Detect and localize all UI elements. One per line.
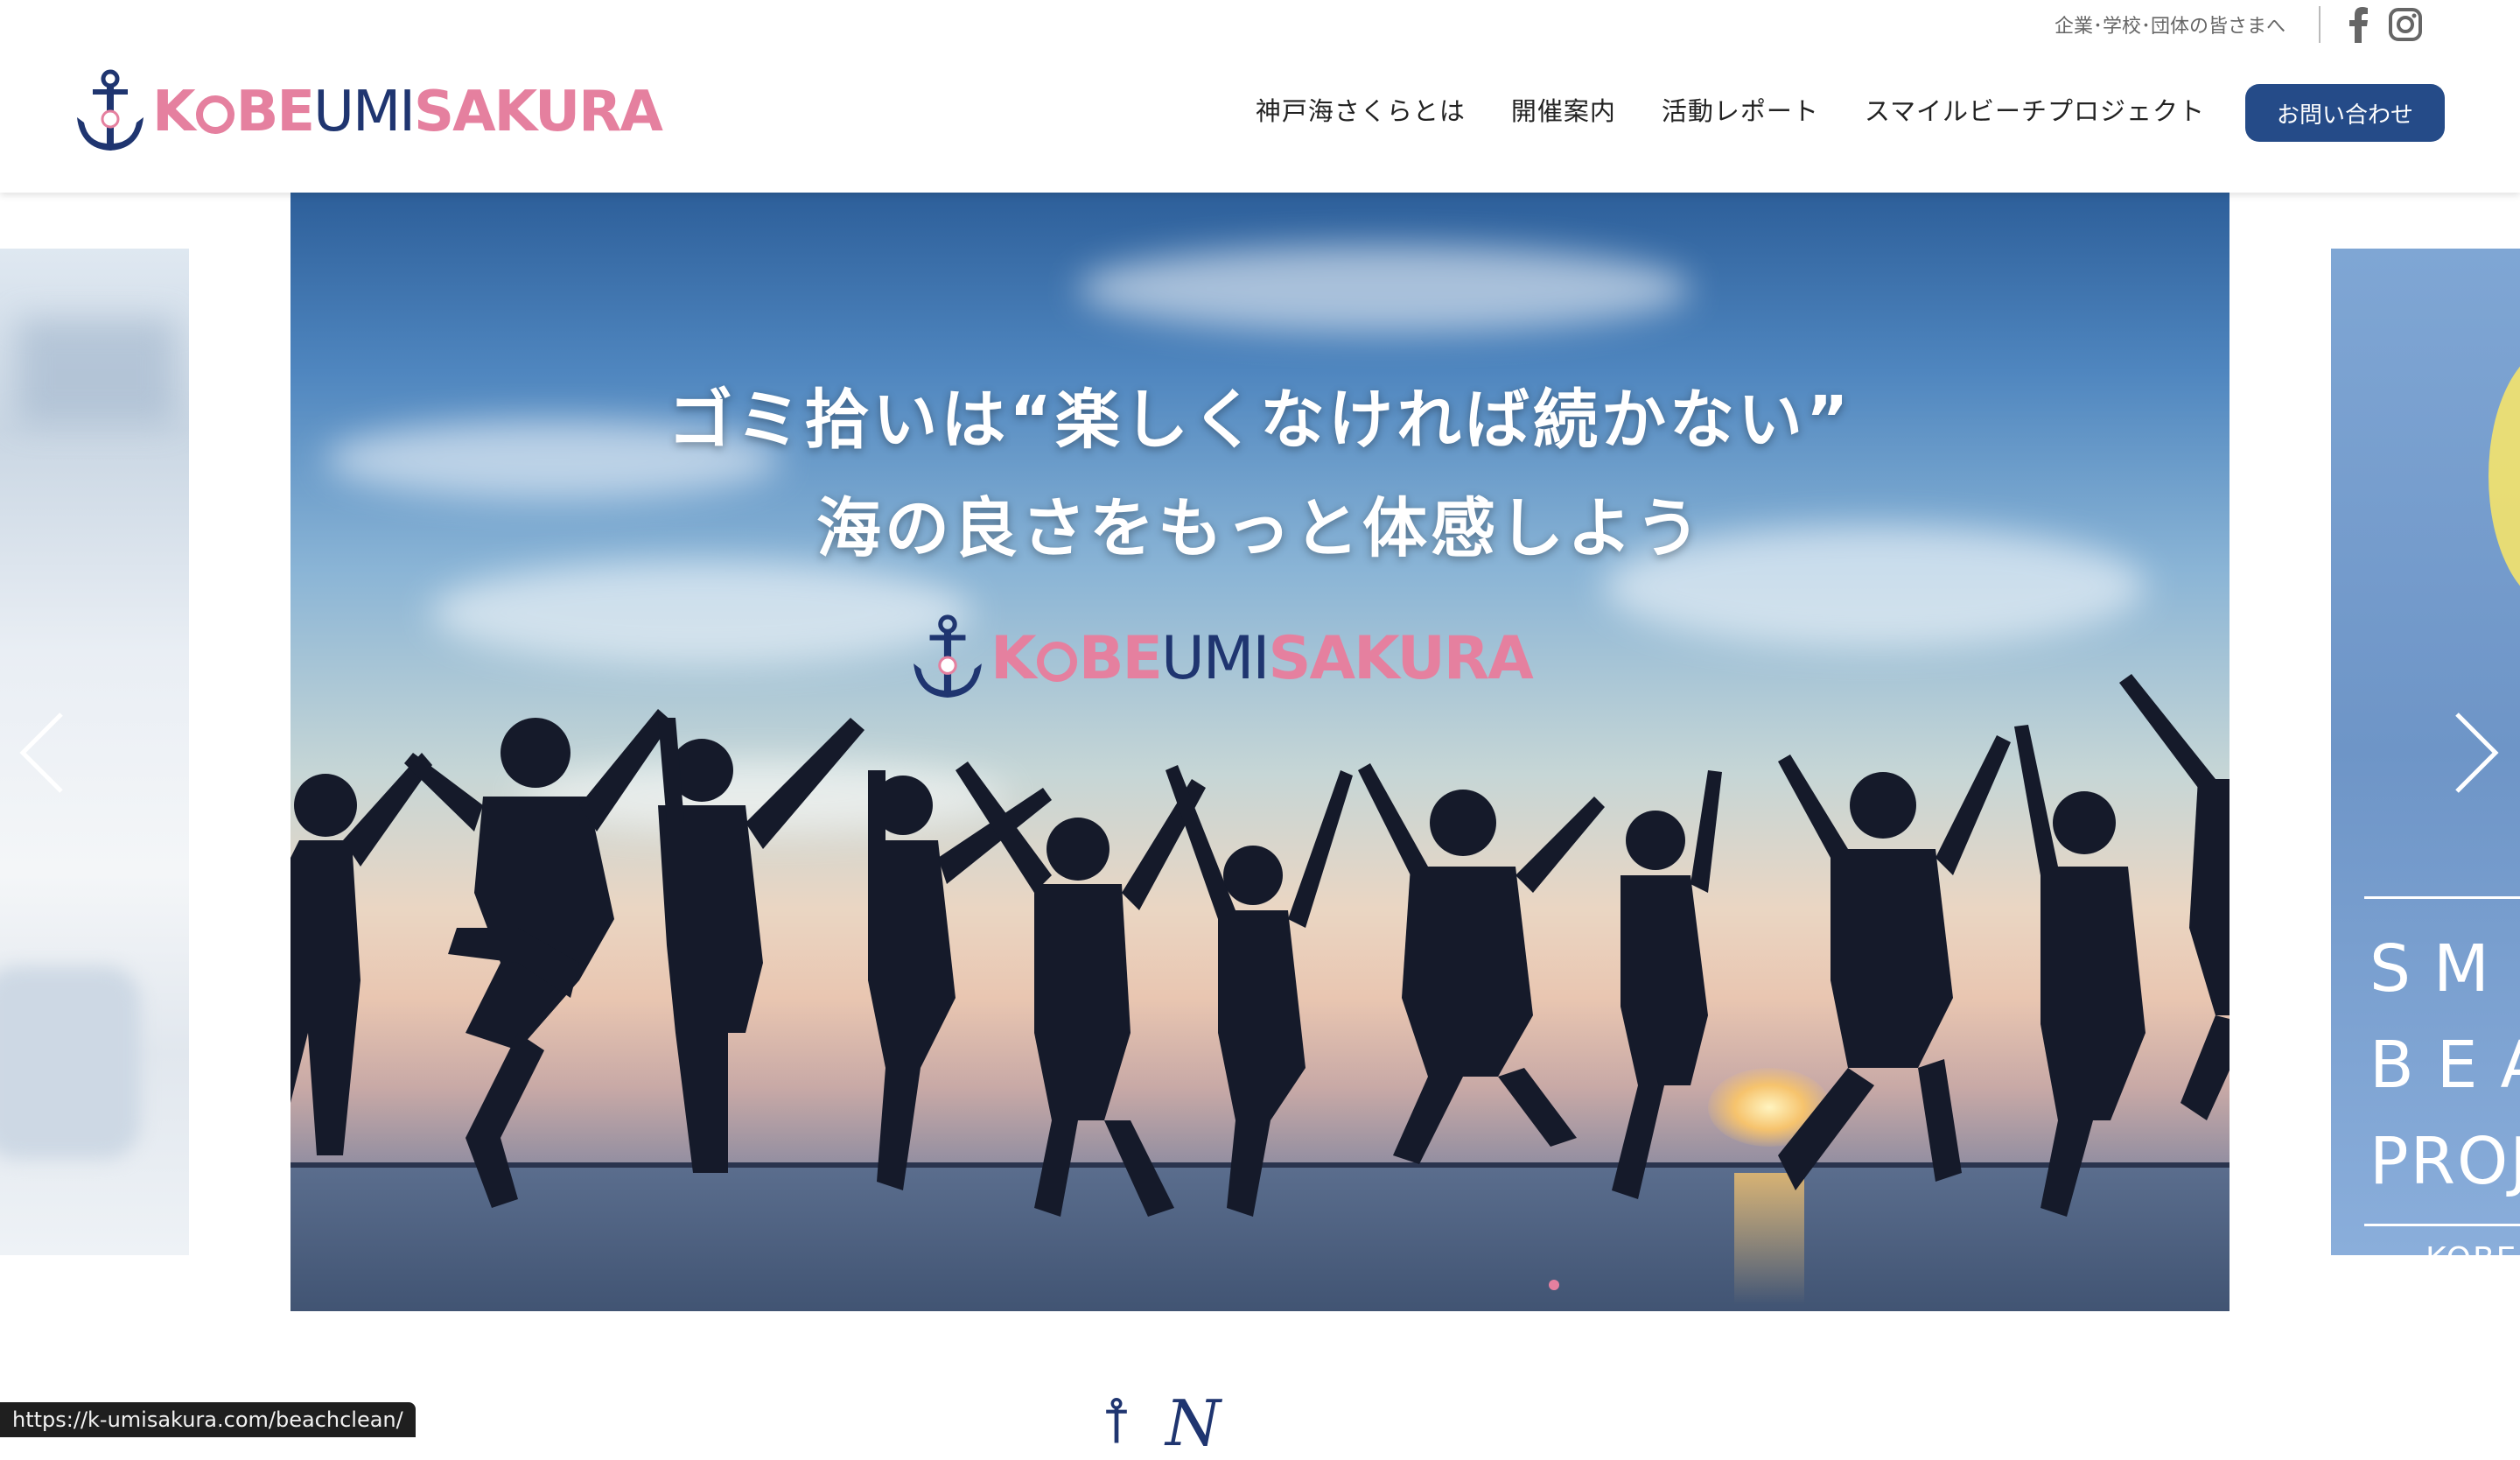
facebook-icon[interactable]	[2345, 6, 2371, 43]
slide-logo-wordmark: K BEUMISAKURA	[990, 623, 1534, 693]
slider-dot-active[interactable]	[1549, 1280, 1559, 1290]
anchor-icon	[914, 614, 982, 698]
section-title: N	[1166, 1386, 1221, 1460]
divider	[2364, 896, 2520, 899]
main-nav: 神戸海さくらとは 開催案内 活動レポート スマイルビーチプロジェクト	[1210, 91, 2205, 128]
decorative-blur	[0, 966, 140, 1159]
nav-item-reports[interactable]: 活動レポート	[1662, 91, 1819, 128]
social-links	[2345, 6, 2422, 43]
logo-wordmark: K BEUMISAKURA	[152, 80, 663, 144]
anchor-icon	[77, 69, 144, 151]
divider	[2319, 6, 2320, 43]
utility-bar: 企業･学校･団体の皆さまへ	[2054, 6, 2422, 43]
site-header: 企業･学校･団体の皆さまへ K BEUMISAKURA 神戸海さくらとは 開催案…	[0, 0, 2520, 193]
active-slide: ゴミ拾いは“楽しくなければ続かない” 海の良さをもっと体感しよう K BEUMIS…	[290, 193, 2230, 1311]
browser-status-url: https://k-umisakura.com/beachclean/	[0, 1402, 416, 1437]
instagram-icon[interactable]	[2389, 8, 2422, 41]
divider	[2364, 1224, 2520, 1226]
hero-slider: ゴミ拾いは“楽しくなければ続かない” 海の良さをもっと体感しよう K BEUMIS…	[0, 193, 2520, 1313]
headline-line-1: ゴミ拾いは“楽しくなければ続かない”	[668, 383, 1852, 458]
nav-item-events[interactable]: 開催案内	[1511, 91, 1616, 128]
nav-item-about[interactable]: 神戸海さくらとは	[1256, 91, 1466, 128]
next-slide-footer: KOBE	[2426, 1241, 2517, 1255]
chevron-left-icon[interactable]	[16, 709, 68, 797]
headline-line-2: 海の良さをもっと体感しよう	[816, 491, 1704, 566]
corporate-link[interactable]: 企業･学校･団体の皆さまへ	[2054, 11, 2286, 39]
hero-headline: ゴミ拾いは“楽しくなければ続かない” 海の良さをもっと体感しよう	[290, 366, 2230, 583]
sun-shape	[2488, 345, 2520, 607]
slider-dots	[1544, 1280, 1564, 1290]
contact-button[interactable]: お問い合わせ	[2245, 84, 2445, 142]
next-slide-row-1: SM	[2370, 931, 2512, 1007]
slide-logo: K BEUMISAKURA	[908, 613, 1534, 704]
jumping-people-silhouettes	[290, 674, 2230, 1217]
nav-item-smile-beach[interactable]: スマイルビーチプロジェクト	[1865, 91, 2205, 128]
anchor-icon	[1106, 1398, 1127, 1443]
site-logo[interactable]: K BEUMISAKURA	[72, 68, 663, 156]
next-slide-row-3: PROJ	[2370, 1124, 2520, 1199]
news-section-heading: N	[1094, 1386, 1221, 1460]
decorative-blur	[18, 319, 175, 424]
chevron-right-icon[interactable]	[2450, 709, 2502, 797]
next-slide-row-2: BEA	[2370, 1028, 2520, 1103]
